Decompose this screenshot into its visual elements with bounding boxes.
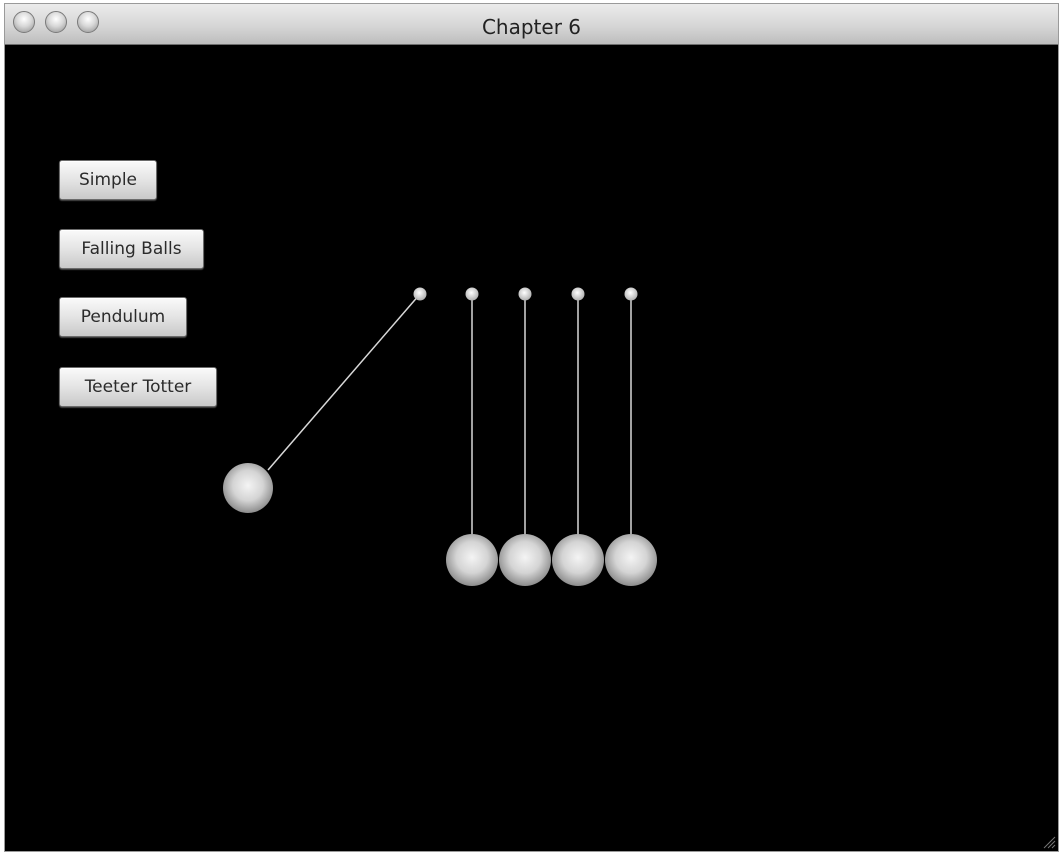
pendulum-string — [267, 293, 421, 471]
pivot-pin — [413, 287, 427, 301]
resize-grip-icon[interactable] — [1042, 835, 1056, 849]
newtons-cradle-scene — [223, 287, 657, 587]
pendulum-ball[interactable] — [499, 534, 551, 586]
pendulum-ball[interactable] — [605, 534, 657, 586]
pendulum-ball[interactable] — [552, 534, 604, 586]
pivot-pin — [624, 287, 638, 301]
pivot-pin — [465, 287, 479, 301]
pivot-pin — [518, 287, 532, 301]
pendulum-3[interactable] — [499, 287, 551, 587]
pendulum-1[interactable] — [223, 287, 427, 514]
pivot-pin — [571, 287, 585, 301]
pendulum-ball[interactable] — [446, 534, 498, 586]
pendulum-5[interactable] — [605, 287, 657, 587]
pendulum-2[interactable] — [446, 287, 498, 587]
app-window: Chapter 6 Simple Falling Balls Pendulum … — [4, 3, 1059, 852]
pendulum-ball[interactable] — [223, 463, 273, 513]
pendulum-4[interactable] — [552, 287, 604, 587]
